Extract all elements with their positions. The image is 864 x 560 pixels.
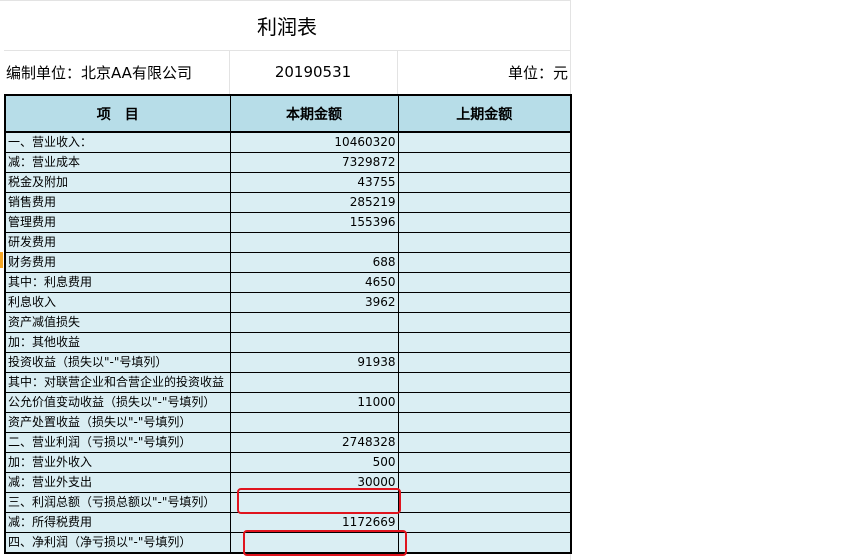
row-item-cell[interactable]: 销售费用 xyxy=(4,192,231,213)
row-previous-cell[interactable] xyxy=(397,472,572,493)
row-previous-cell[interactable] xyxy=(397,372,572,393)
header-previous-amount[interactable]: 上期金额 xyxy=(397,94,572,133)
table-row: 资产处置收益（损失以"-"号填列） xyxy=(4,412,572,433)
row-previous-cell[interactable] xyxy=(397,352,572,373)
row-previous-cell[interactable] xyxy=(397,492,572,513)
table-row: 一、营业收入： 10460320 xyxy=(4,131,572,153)
row-item-cell[interactable]: 三、利润总额（亏损总额以"-"号填列） xyxy=(4,492,231,513)
row-previous-cell[interactable] xyxy=(397,272,572,293)
row-item-cell[interactable]: 其中：利息费用 xyxy=(4,272,231,293)
table-row: 加：其他收益 xyxy=(4,332,572,353)
row-item-cell[interactable]: 二、营业利润（亏损以"-"号填列） xyxy=(4,432,231,453)
highlight-box-net-profit xyxy=(243,530,407,556)
header-row: 项 目 本期金额 上期金额 xyxy=(4,94,572,133)
row-item-cell[interactable]: 减：所得税费用 xyxy=(4,512,231,533)
row-current-cell[interactable]: 688 xyxy=(229,252,399,273)
report-date-cell[interactable]: 20190531 xyxy=(230,50,396,94)
currency-unit-cell[interactable]: 单位：元 xyxy=(398,50,570,94)
row-indicator xyxy=(0,252,3,268)
table-row: 研发费用 xyxy=(4,232,572,253)
header-current-amount[interactable]: 本期金额 xyxy=(229,94,399,133)
row-previous-cell[interactable] xyxy=(397,332,572,353)
row-item-cell[interactable]: 研发费用 xyxy=(4,232,231,253)
row-previous-cell[interactable] xyxy=(397,212,572,233)
report-title[interactable]: 利润表 xyxy=(4,0,570,51)
row-item-cell[interactable]: 税金及附加 xyxy=(4,172,231,193)
row-previous-cell[interactable] xyxy=(397,152,572,173)
row-item-cell[interactable]: 财务费用 xyxy=(4,252,231,273)
table-row: 公允价值变动收益（损失以"-"号填列） 11000 xyxy=(4,392,572,413)
table-row: 其中：对联营企业和合营企业的投资收益 xyxy=(4,372,572,393)
row-item-cell[interactable]: 利息收入 xyxy=(4,292,231,313)
row-current-cell[interactable]: 155396 xyxy=(229,212,399,233)
row-item-cell[interactable]: 减：营业成本 xyxy=(4,152,231,173)
row-previous-cell[interactable] xyxy=(397,192,572,213)
row-previous-cell[interactable] xyxy=(397,312,572,333)
row-current-cell[interactable]: 285219 xyxy=(229,192,399,213)
row-current-cell[interactable]: 7329872 xyxy=(229,152,399,173)
header-item[interactable]: 项 目 xyxy=(4,94,231,133)
row-current-cell[interactable] xyxy=(229,312,399,333)
table-row: 投资收益（损失以"-"号填列） 91938 xyxy=(4,352,572,373)
table-row: 减：营业成本 7329872 xyxy=(4,152,572,173)
company-unit-cell[interactable]: 编制单位：北京AA有限公司 xyxy=(6,50,228,94)
row-item-cell[interactable]: 管理费用 xyxy=(4,212,231,233)
row-item-cell[interactable]: 公允价值变动收益（损失以"-"号填列） xyxy=(4,392,231,413)
row-current-cell[interactable] xyxy=(229,332,399,353)
row-item-cell[interactable]: 一、营业收入： xyxy=(4,131,231,153)
row-current-cell[interactable] xyxy=(229,412,399,433)
table-row: 二、营业利润（亏损以"-"号填列） 2748328 xyxy=(4,432,572,453)
row-current-cell[interactable] xyxy=(229,232,399,253)
row-previous-cell[interactable] xyxy=(397,432,572,453)
row-item-cell[interactable]: 加：营业外收入 xyxy=(4,452,231,473)
row-item-cell[interactable]: 加：其他收益 xyxy=(4,332,231,353)
row-current-cell[interactable]: 3962 xyxy=(229,292,399,313)
row-previous-cell[interactable] xyxy=(397,172,572,193)
row-current-cell[interactable]: 2748328 xyxy=(229,432,399,453)
row-item-cell[interactable]: 四、净利润（净亏损以"-"号填列） xyxy=(4,532,231,554)
row-item-cell[interactable]: 投资收益（损失以"-"号填列） xyxy=(4,352,231,373)
table-row: 财务费用 688 xyxy=(4,252,572,273)
income-statement-table: 项 目 本期金额 上期金额 一、营业收入： 10460320 减：营业成本 73298… xyxy=(4,94,572,554)
row-current-cell[interactable]: 10460320 xyxy=(229,131,399,153)
row-current-cell[interactable] xyxy=(229,372,399,393)
row-previous-cell[interactable] xyxy=(397,452,572,473)
table-row: 加：营业外收入 500 xyxy=(4,452,572,473)
row-previous-cell[interactable] xyxy=(397,532,572,554)
table-row: 管理费用 155396 xyxy=(4,212,572,233)
highlight-box-total-profit xyxy=(237,488,401,514)
row-previous-cell[interactable] xyxy=(397,252,572,273)
row-previous-cell[interactable] xyxy=(397,232,572,253)
row-previous-cell[interactable] xyxy=(397,512,572,533)
row-item-cell[interactable]: 资产处置收益（损失以"-"号填列） xyxy=(4,412,231,433)
row-current-cell[interactable]: 4650 xyxy=(229,272,399,293)
row-previous-cell[interactable] xyxy=(397,131,572,153)
row-current-cell[interactable]: 500 xyxy=(229,452,399,473)
table-row: 其中：利息费用 4650 xyxy=(4,272,572,293)
row-previous-cell[interactable] xyxy=(397,292,572,313)
spreadsheet-sheet: 利润表 编制单位：北京AA有限公司 20190531 单位：元 项 目 本期金额… xyxy=(0,0,864,560)
row-item-cell[interactable]: 资产减值损失 xyxy=(4,312,231,333)
table-row: 税金及附加 43755 xyxy=(4,172,572,193)
table-row: 利息收入 3962 xyxy=(4,292,572,313)
row-current-cell[interactable]: 43755 xyxy=(229,172,399,193)
row-current-cell[interactable]: 11000 xyxy=(229,392,399,413)
row-previous-cell[interactable] xyxy=(397,412,572,433)
table-row: 销售费用 285219 xyxy=(4,192,572,213)
row-previous-cell[interactable] xyxy=(397,392,572,413)
table-row: 资产减值损失 xyxy=(4,312,572,333)
row-item-cell[interactable]: 其中：对联营企业和合营企业的投资收益 xyxy=(4,372,231,393)
row-item-cell[interactable]: 减：营业外支出 xyxy=(4,472,231,493)
row-current-cell[interactable]: 91938 xyxy=(229,352,399,373)
